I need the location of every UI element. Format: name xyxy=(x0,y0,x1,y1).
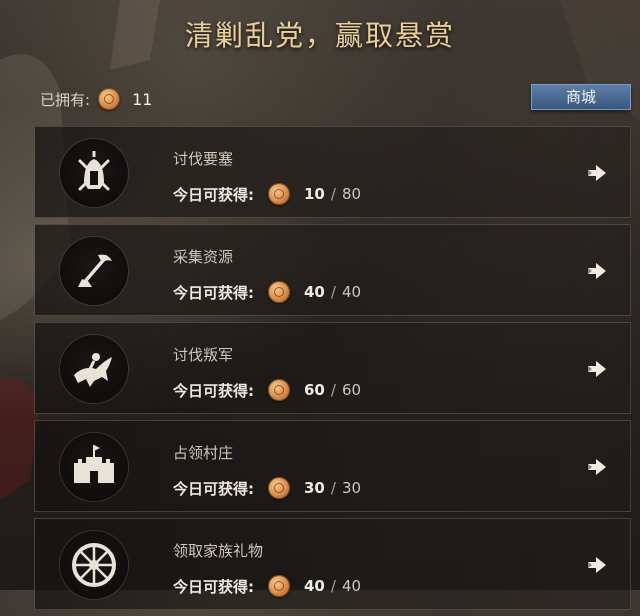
reward-separator: / xyxy=(330,185,336,203)
bounty-coin-icon xyxy=(268,379,290,401)
shop-button[interactable]: 商城 xyxy=(531,84,631,110)
reward-label: 今日可获得: xyxy=(173,381,254,400)
reward-separator: / xyxy=(330,577,336,595)
page-title: 清剿乱党，赢取悬赏 xyxy=(184,19,455,52)
task-name: 讨伐叛军 xyxy=(173,346,234,364)
task-card-rebels[interactable]: 讨伐叛军 今日可获得: 60 / 60 xyxy=(34,322,631,414)
task-card-village[interactable]: 占领村庄 今日可获得: 30 / 30 xyxy=(34,420,631,512)
reward-label: 今日可获得: xyxy=(173,283,254,302)
task-reward: 今日可获得: 30 / 30 xyxy=(173,477,361,499)
rider-icon xyxy=(60,335,128,403)
task-name: 领取家族礼物 xyxy=(173,542,264,560)
task-reward: 今日可获得: 40 / 40 xyxy=(173,575,361,597)
go-arrow-icon[interactable] xyxy=(586,359,608,379)
task-card-family-gift[interactable]: 领取家族礼物 今日可获得: 40 / 40 xyxy=(34,518,631,610)
reward-max: 40 xyxy=(341,577,362,595)
owned-label: 已拥有: xyxy=(40,90,91,109)
reward-max: 80 xyxy=(341,185,362,203)
helmet-swords-icon xyxy=(60,139,128,207)
task-name: 采集资源 xyxy=(173,248,234,266)
reward-current: 10 xyxy=(304,185,325,203)
task-name: 讨伐要塞 xyxy=(173,150,234,168)
go-arrow-icon[interactable] xyxy=(586,555,608,575)
reward-separator: / xyxy=(330,283,336,301)
reward-separator: / xyxy=(330,479,336,497)
task-card-fortress[interactable]: 讨伐要塞 今日可获得: 10 / 80 xyxy=(34,126,631,218)
reward-current: 30 xyxy=(304,479,325,497)
task-reward: 今日可获得: 10 / 80 xyxy=(173,183,361,205)
bounty-coin-icon xyxy=(98,88,121,110)
castle-icon xyxy=(60,433,128,501)
bounty-coin-icon xyxy=(268,281,290,303)
task-card-gather[interactable]: 采集资源 今日可获得: 40 / 40 xyxy=(34,224,631,316)
bounty-coin-icon xyxy=(268,575,290,597)
wheel-icon xyxy=(60,531,128,599)
reward-current: 40 xyxy=(304,283,325,301)
task-reward: 今日可获得: 60 / 60 xyxy=(173,379,361,401)
go-arrow-icon[interactable] xyxy=(586,163,608,183)
reward-current: 40 xyxy=(304,577,325,595)
reward-current: 60 xyxy=(304,381,325,399)
bounty-coin-icon xyxy=(268,183,290,205)
bounty-coin-icon xyxy=(268,477,290,499)
task-list: 讨伐要塞 今日可获得: 10 / 80 采集资源 今日可获得: 40 / 40 xyxy=(34,126,631,616)
reward-separator: / xyxy=(330,381,336,399)
go-arrow-icon[interactable] xyxy=(586,261,608,281)
reward-max: 40 xyxy=(341,283,362,301)
task-name: 占领村庄 xyxy=(173,444,234,462)
task-reward: 今日可获得: 40 / 40 xyxy=(173,281,361,303)
currency-owned: 已拥有: 11 xyxy=(40,88,152,110)
reward-max: 30 xyxy=(341,479,362,497)
pickaxe-icon xyxy=(60,237,128,305)
reward-max: 60 xyxy=(341,381,362,399)
go-arrow-icon[interactable] xyxy=(586,457,608,477)
owned-value: 11 xyxy=(132,89,153,109)
reward-label: 今日可获得: xyxy=(173,185,254,204)
reward-label: 今日可获得: xyxy=(173,577,254,596)
reward-label: 今日可获得: xyxy=(173,479,254,498)
